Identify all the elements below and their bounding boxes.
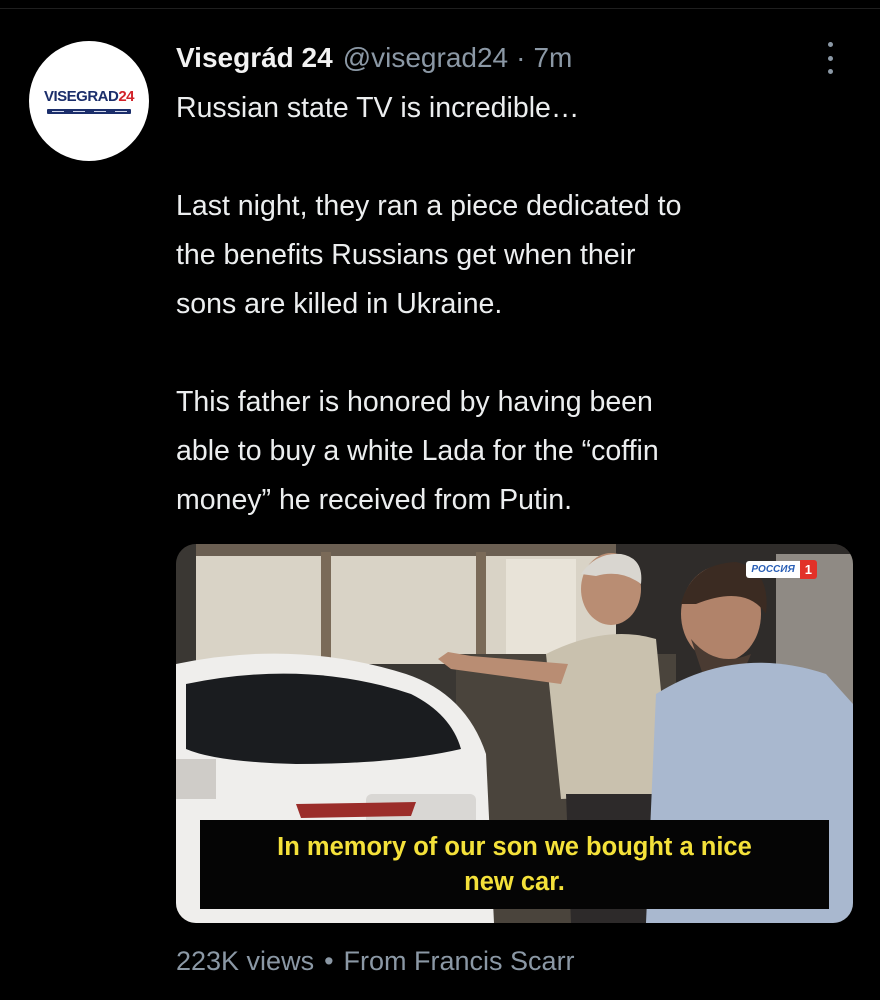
video-source-link[interactable]: From Francis Scarr xyxy=(344,946,575,977)
avatar-brand-text: VISEGRAD xyxy=(43,88,119,105)
tweet-timestamp[interactable]: 7m xyxy=(533,42,572,74)
tweet-text-line: able to buy a white Lada for the “coffin xyxy=(176,435,659,467)
top-divider xyxy=(0,8,880,9)
view-count: 223K views xyxy=(176,946,315,976)
tweet-text-line: Russian state TV is incredible… xyxy=(176,92,580,124)
tweet-text-line: sons are killed in Ukraine. xyxy=(176,288,503,320)
media-footer: 223K views • From Francis Scarr xyxy=(176,946,575,977)
avatar[interactable]: VISEGRAD 24 xyxy=(29,41,149,161)
tweet-text-line: Last night, they ran a piece dedicated t… xyxy=(176,190,682,222)
channel-logo: РОССИЯ 1 xyxy=(746,558,817,580)
tweet-text-line: the benefits Russians get when their xyxy=(176,239,636,271)
video-subtitle: In memory of our son we bought a nice ne… xyxy=(200,820,829,909)
tweet-text: Russian state TV is incredible… Last nig… xyxy=(176,84,866,525)
channel-logo-text: РОССИЯ xyxy=(746,560,800,578)
video-player[interactable]: РОССИЯ 1 In memory of our son we bought a… xyxy=(176,544,853,923)
channel-logo-number: 1 xyxy=(799,559,817,579)
more-options-icon[interactable] xyxy=(818,42,842,74)
subtitle-line: In memory of our son we bought a nice xyxy=(277,832,752,861)
tweet-text-line: This father is honored by having been xyxy=(176,386,653,418)
subtitle-line: new car. xyxy=(464,867,565,896)
footer-separator: • xyxy=(324,946,334,976)
header-separator: · xyxy=(516,42,526,73)
avatar-brand-number: 24 xyxy=(118,88,135,105)
tweet-header: Visegrád 24 @visegrad24 · 7m xyxy=(176,42,572,78)
author-name[interactable]: Visegrád 24 xyxy=(176,42,333,74)
avatar-tagline xyxy=(47,109,131,114)
author-handle[interactable]: @visegrad24 xyxy=(343,42,508,74)
tweet-text-line: money” he received from Putin. xyxy=(176,484,573,516)
avatar-brand: VISEGRAD 24 xyxy=(43,88,135,105)
